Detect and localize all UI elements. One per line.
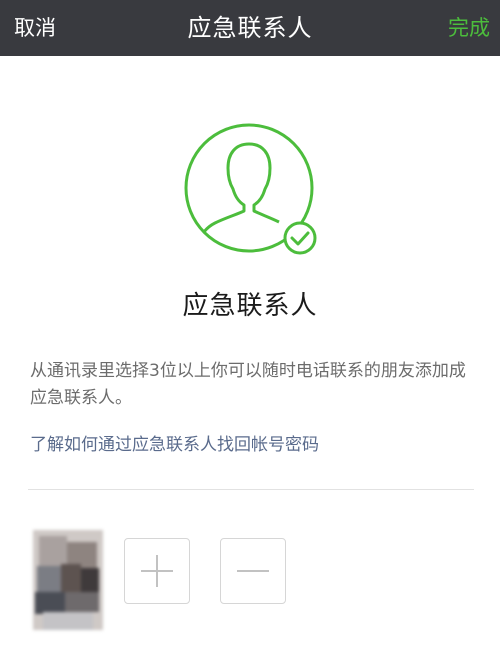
section-heading: 应急联系人 — [182, 291, 318, 321]
plus-icon — [141, 555, 173, 587]
emergency-contacts-screen: 取消 应急联系人 完成 应急联系人 从通讯录里选择3位以上你可以随时电话联系的朋… — [0, 0, 500, 647]
divider — [28, 489, 474, 490]
remove-contact-button[interactable] — [220, 538, 286, 604]
page-title: 应急联系人 — [187, 14, 313, 42]
emergency-contact-illustration — [183, 122, 323, 262]
contact-avatar[interactable] — [33, 530, 103, 630]
add-contact-button[interactable] — [124, 538, 190, 604]
minus-icon — [237, 570, 269, 572]
done-button[interactable]: 完成 — [448, 0, 490, 56]
user-check-icon — [184, 123, 317, 255]
description-text: 从通讯录里选择3位以上你可以随时电话联系的朋友添加成应急联系人。 — [30, 361, 466, 408]
help-link[interactable]: 了解如何通过应急联系人找回帐号密码 — [30, 430, 319, 455]
top-navigation-bar: 取消 应急联系人 完成 — [0, 0, 500, 56]
